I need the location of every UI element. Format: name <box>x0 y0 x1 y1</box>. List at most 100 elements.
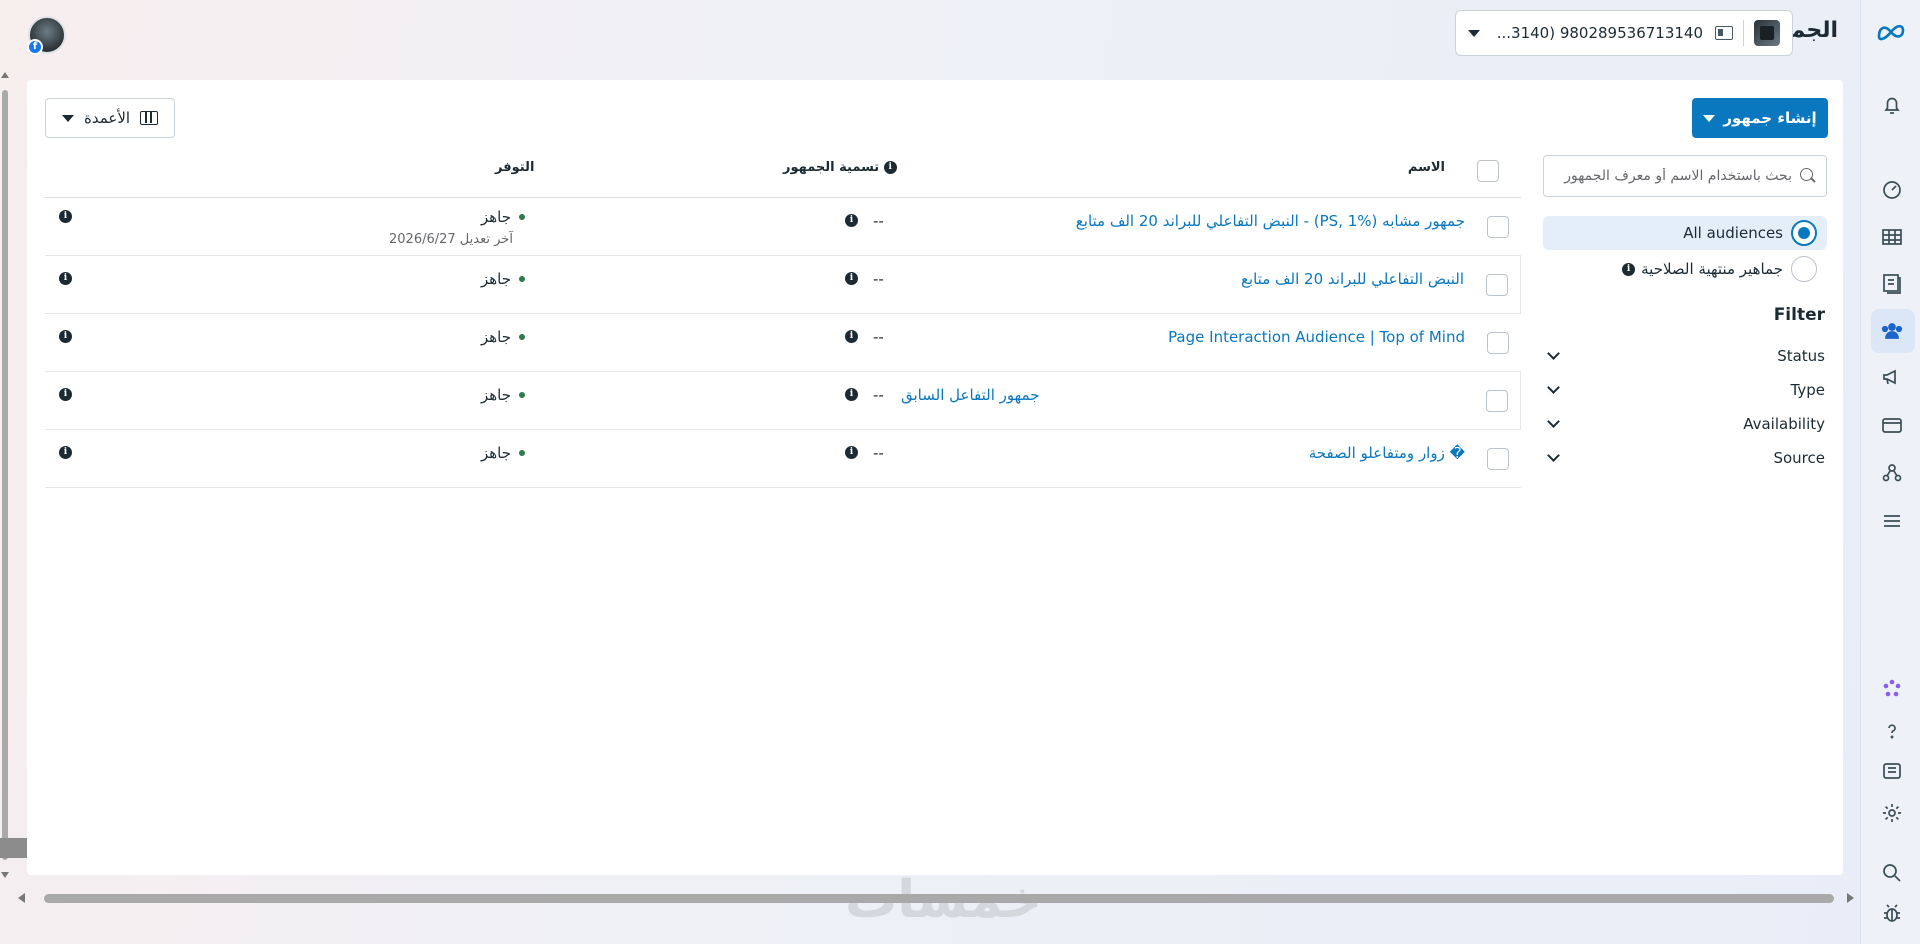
info-icon[interactable]: i <box>59 210 72 223</box>
table-row[interactable]: جمهور التفاعل السابق -- i جاهز i <box>45 372 1521 430</box>
radio-button[interactable] <box>1791 220 1817 246</box>
audience-name-link[interactable]: Page Interaction Audience | Top of Mind <box>1168 328 1465 346</box>
info-icon[interactable]: i <box>883 161 897 174</box>
availability-status: جاهز <box>481 386 526 404</box>
filter-label: Status <box>1777 347 1825 365</box>
row-checkbox[interactable] <box>1487 448 1509 470</box>
select-all-checkbox[interactable] <box>1477 160 1499 182</box>
info-icon[interactable]: i <box>59 388 72 401</box>
menu-icon[interactable] <box>1879 508 1905 534</box>
settings-gear-icon[interactable] <box>1879 800 1905 826</box>
search-input[interactable] <box>1554 168 1792 184</box>
info-icon[interactable]: i <box>845 214 858 227</box>
ai-flower-icon[interactable] <box>1879 676 1905 702</box>
table-row[interactable]: جمهور مشابه (PS, 1%) - النبض التفاعلي لل… <box>45 198 1521 256</box>
info-icon[interactable]: i <box>59 272 72 285</box>
info-icon[interactable]: i <box>845 330 858 343</box>
news-icon[interactable] <box>1879 758 1905 784</box>
avatar[interactable]: f <box>27 16 66 55</box>
audience-label: -- <box>873 212 884 230</box>
status-dot-icon <box>519 276 526 282</box>
chevron-down-icon <box>1547 381 1560 394</box>
filter-availability[interactable]: Availability <box>1543 410 1825 438</box>
account-label: 980289536713140 (3140... <box>1496 24 1703 42</box>
row-checkbox[interactable] <box>1486 390 1508 412</box>
audiences-icon[interactable] <box>1879 318 1905 344</box>
audience-name-link[interactable]: جمهور مشابه (PS, 1%) - النبض التفاعلي لل… <box>1076 212 1465 230</box>
last-modified: آخر تعديل 2026/6/27 <box>389 232 513 247</box>
availability-status: جاهز <box>481 208 526 226</box>
search-icon[interactable] <box>1879 860 1905 886</box>
column-header-name[interactable]: الاسم <box>1408 160 1445 175</box>
bug-icon[interactable] <box>1879 900 1905 926</box>
table-row[interactable]: Page Interaction Audience | Top of Mind … <box>45 314 1521 372</box>
info-icon[interactable]: i <box>1622 262 1636 276</box>
create-audience-button[interactable]: إنشاء جمهور <box>1692 98 1828 138</box>
row-checkbox[interactable] <box>1487 332 1509 354</box>
network-icon[interactable] <box>1879 460 1905 486</box>
bell-icon[interactable] <box>1879 92 1905 118</box>
info-icon[interactable]: i <box>59 330 72 343</box>
horizontal-scrollbar[interactable] <box>16 890 1856 906</box>
column-header-label[interactable]: i تسمية الجمهور <box>783 160 897 175</box>
row-checkbox[interactable] <box>1487 216 1509 238</box>
scroll-down-icon[interactable] <box>1 872 9 878</box>
audience-name-link[interactable]: النبض التفاعلي للبراند 20 الف متابع <box>1241 270 1464 288</box>
status-dot-icon <box>519 450 526 456</box>
caret-down-icon <box>61 114 74 122</box>
audience-label: -- <box>873 444 884 462</box>
billing-card-icon[interactable] <box>1879 412 1905 438</box>
info-icon[interactable]: i <box>845 446 858 459</box>
columns-icon <box>140 111 159 125</box>
megaphone-icon[interactable] <box>1879 364 1905 390</box>
table-row[interactable]: � زوار ومتفاعلو الصفحة -- i جاهز i <box>45 430 1521 488</box>
info-icon[interactable]: i <box>845 388 858 401</box>
scroll-right-icon[interactable] <box>1847 893 1854 903</box>
status-text: جاهز <box>481 270 512 288</box>
option-all-audiences[interactable]: All audiences <box>1543 216 1827 250</box>
help-icon[interactable] <box>1879 718 1905 744</box>
audience-label: -- <box>873 270 884 288</box>
filter-title: Filter <box>1773 305 1825 325</box>
status-dot-icon <box>519 214 526 220</box>
table-icon[interactable] <box>1879 224 1905 250</box>
filter-status[interactable]: Status <box>1543 342 1825 370</box>
filter-type[interactable]: Type <box>1543 376 1825 404</box>
status-text: جاهز <box>481 386 512 404</box>
option-expired-audiences[interactable]: جماهير منتهية الصلاحية i <box>1543 252 1827 286</box>
column-header-availability[interactable]: التوفر <box>495 160 534 175</box>
availability-status: جاهز <box>481 270 526 288</box>
filter-label: Type <box>1790 381 1825 399</box>
audience-name-link[interactable]: � زوار ومتفاعلو الصفحة <box>1309 444 1465 462</box>
option-label: جماهير منتهية الصلاحية <box>1641 260 1783 278</box>
availability-status: جاهز <box>481 444 526 462</box>
facebook-badge-icon: f <box>27 39 43 55</box>
info-icon[interactable]: i <box>59 446 72 459</box>
scroll-up-icon[interactable] <box>1 72 9 78</box>
scroll-left-icon[interactable] <box>18 893 25 903</box>
ad-account-selector[interactable]: 980289536713140 (3140... <box>1455 10 1793 56</box>
gauge-icon[interactable] <box>1879 176 1905 202</box>
chevron-down-icon <box>1547 449 1560 462</box>
columns-label: الأعمدة <box>83 109 131 127</box>
audience-label-link[interactable]: جمهور التفاعل السابق <box>901 386 1040 404</box>
filter-source[interactable]: Source <box>1543 444 1825 472</box>
scroll-thumb[interactable] <box>2 90 8 860</box>
scroll-thumb[interactable] <box>44 894 1834 903</box>
columns-button[interactable]: الأعمدة <box>45 98 175 138</box>
availability-status: جاهز <box>481 328 526 346</box>
info-icon[interactable]: i <box>845 272 858 285</box>
row-checkbox[interactable] <box>1486 274 1508 296</box>
chevron-down-icon <box>1547 415 1560 428</box>
status-dot-icon <box>519 334 526 340</box>
reports-icon[interactable] <box>1879 270 1905 296</box>
search-box <box>1543 155 1827 197</box>
audience-label: -- <box>873 386 884 404</box>
vertical-scrollbar[interactable] <box>0 70 10 880</box>
meta-logo-icon[interactable] <box>1876 20 1906 44</box>
radio-button[interactable] <box>1791 256 1817 282</box>
status-dot-icon <box>519 392 526 398</box>
status-text: جاهز <box>481 328 512 346</box>
table-row[interactable]: النبض التفاعلي للبراند 20 الف متابع -- i… <box>45 256 1521 314</box>
caret-down-icon <box>1703 114 1716 122</box>
